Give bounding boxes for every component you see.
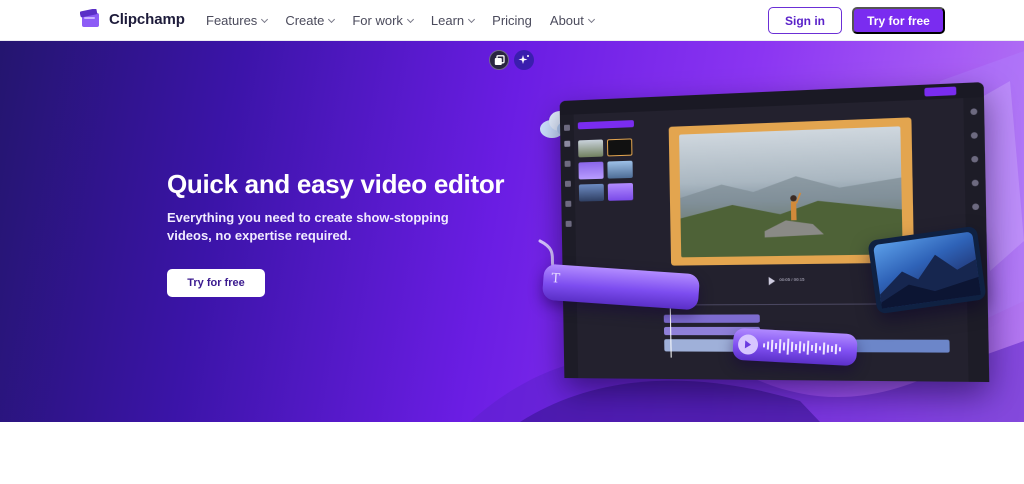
nav-for-work-label: For work <box>352 13 403 28</box>
nav-about[interactable]: About <box>549 13 595 28</box>
nav-features[interactable]: Features <box>206 13 269 28</box>
play-icon <box>768 276 776 286</box>
play-circle-icon <box>737 334 759 356</box>
next-section <box>0 422 1024 484</box>
nav-features-label: Features <box>206 13 258 28</box>
phone-preview-image <box>873 231 981 309</box>
editor-left-rail <box>559 114 579 379</box>
hero-section: Quick and easy video editor Everything y… <box>0 41 1024 422</box>
clipchamp-logo-icon <box>79 8 101 29</box>
next-section-heading <box>0 476 1024 484</box>
editor-topbar <box>559 82 984 116</box>
nav-for-work[interactable]: For work <box>352 13 414 28</box>
nav-pricing-label: Pricing <box>492 13 532 28</box>
waveform-icon <box>762 338 842 355</box>
playback-controls: 00:05 / 00:15 <box>768 277 811 286</box>
editor-illustration: 00:05 / 00:15 T <box>0 41 1024 422</box>
nav-learn-label: Learn <box>430 13 465 28</box>
text-glyph: T <box>550 271 561 287</box>
nav-learn[interactable]: Learn <box>430 13 476 28</box>
nav-create-label: Create <box>285 13 325 28</box>
playback-time: 00:05 / 00:15 <box>779 276 805 283</box>
chevron-down-icon <box>587 15 595 23</box>
main-menu: Features Create For work Learn Pricing A… <box>206 13 612 28</box>
chevron-down-icon <box>328 15 336 23</box>
phone-preview <box>867 225 987 315</box>
brand-name: Clipchamp <box>109 10 185 28</box>
nav-create[interactable]: Create <box>285 13 336 28</box>
clipchamp-logo[interactable]: Clipchamp <box>79 8 185 29</box>
chevron-down-icon <box>261 15 269 23</box>
chevron-down-icon <box>406 15 414 23</box>
nav-about-label: About <box>549 13 584 28</box>
try-for-free-nav-button[interactable]: Try for free <box>852 7 945 34</box>
top-nav: Clipchamp Features Create For work Learn… <box>0 0 1024 41</box>
audio-pill <box>732 327 858 367</box>
media-panel <box>577 120 640 233</box>
chevron-down-icon <box>468 15 476 23</box>
nav-pricing[interactable]: Pricing <box>492 13 532 28</box>
preview-photo <box>679 126 903 258</box>
sign-in-button[interactable]: Sign in <box>768 7 842 34</box>
